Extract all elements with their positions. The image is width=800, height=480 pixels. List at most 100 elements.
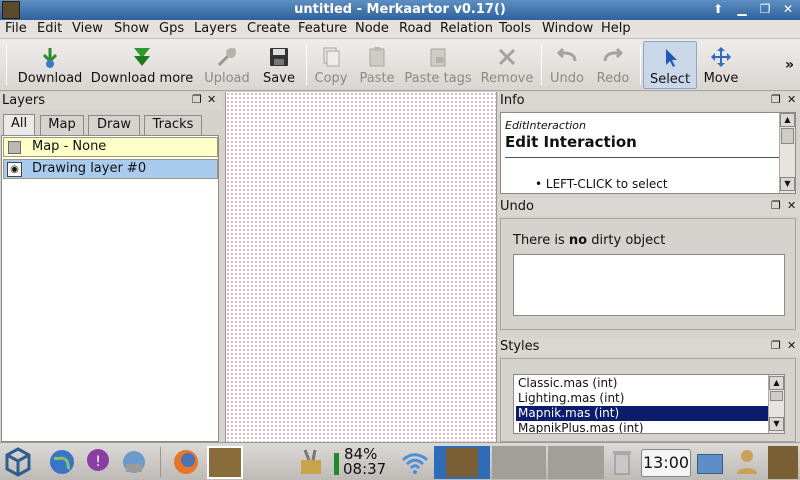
style-item[interactable]: Classic.mas (int) (516, 376, 768, 391)
window-maximize-button[interactable]: ❐ (754, 1, 776, 18)
menu-tools[interactable]: Tools (499, 21, 531, 36)
window-title: untitled - Merkaartor v0.17() (294, 2, 506, 17)
info-float-button[interactable]: ❐ (771, 93, 781, 106)
redo-button[interactable]: Redo (592, 41, 634, 89)
styles-dock: Styles ❐ ✕ Classic.mas (int) Lighting.ma… (498, 338, 800, 442)
upload-button[interactable]: Upload (200, 41, 254, 89)
styles-float-button[interactable]: ❐ (771, 339, 781, 352)
workspace-3[interactable] (548, 446, 604, 479)
battery-icon (334, 453, 339, 475)
layers-float-button[interactable]: ❐ (192, 93, 202, 106)
styles-scrollbar[interactable]: ▲ ▼ (768, 375, 784, 433)
firefox-icon[interactable] (170, 446, 202, 478)
user-switch-icon[interactable] (731, 446, 763, 478)
tab-all[interactable]: All (3, 114, 35, 136)
styles-dock-header[interactable]: Styles ❐ ✕ (498, 338, 800, 356)
info-close-button[interactable]: ✕ (787, 93, 796, 106)
toolbar-separator (640, 45, 641, 85)
layers-dock-header[interactable]: Layers ❐ ✕ (0, 92, 222, 110)
window-minimize-button[interactable]: ▁ (731, 1, 753, 18)
layers-close-button[interactable]: ✕ (207, 93, 216, 106)
menu-bar: File Edit View Show Gps Layers Create Fe… (0, 20, 800, 39)
redo-arrow-icon (603, 47, 624, 62)
styles-list: Classic.mas (int) Lighting.mas (int) Map… (513, 374, 785, 434)
title-bar: untitled - Merkaartor v0.17() ⬆ ▁ ❐ ✕ (0, 0, 800, 20)
select-tool-button[interactable]: Select (643, 41, 697, 89)
undo-float-button[interactable]: ❐ (771, 199, 781, 212)
undo-close-button[interactable]: ✕ (787, 199, 796, 212)
menu-relation[interactable]: Relation (440, 21, 493, 36)
workspace-1[interactable] (434, 446, 490, 479)
paste-button[interactable]: Paste (356, 41, 398, 89)
menu-gps[interactable]: Gps (159, 21, 184, 36)
tab-draw[interactable]: Draw (88, 115, 140, 135)
window-close-button[interactable]: ✕ (777, 1, 799, 18)
dirty-status-text: There is no dirty object (513, 233, 666, 248)
menu-road[interactable]: Road (399, 21, 432, 36)
menu-feature[interactable]: Feature (298, 21, 347, 36)
layer-item-map[interactable]: Map - None (3, 137, 218, 157)
clock[interactable]: 13:00 (641, 449, 691, 477)
scroll-up-icon[interactable]: ▲ (769, 376, 784, 390)
menu-file[interactable]: File (5, 21, 27, 36)
eye-icon[interactable]: ◉ (7, 162, 22, 177)
merkaartor-task-icon[interactable] (207, 446, 243, 479)
network-settings-icon[interactable] (118, 446, 150, 478)
window-shade-button[interactable]: ⬆ (707, 1, 729, 18)
undo-dock-header[interactable]: Undo ❐ ✕ (498, 198, 800, 216)
taskbar: ! 84% 08:37 13:00 (0, 442, 800, 480)
copy-button[interactable]: Copy (310, 41, 352, 89)
menu-help[interactable]: Help (601, 21, 631, 36)
toolbar-grip (6, 45, 7, 85)
menu-edit[interactable]: Edit (37, 21, 62, 36)
styles-close-button[interactable]: ✕ (787, 339, 796, 352)
user-avatar[interactable] (768, 446, 798, 479)
start-menu-icon[interactable] (2, 446, 34, 478)
undo-button[interactable]: Undo (546, 41, 588, 89)
menu-node[interactable]: Node (355, 21, 389, 36)
menu-view[interactable]: View (72, 21, 103, 36)
wifi-icon[interactable] (399, 446, 431, 478)
workspace-2[interactable] (492, 446, 546, 479)
info-divider (505, 157, 779, 158)
info-scrollbar[interactable]: ▲ ▼ (779, 113, 795, 193)
chat-icon[interactable]: ! (82, 446, 114, 478)
scroll-down-icon[interactable]: ▼ (780, 177, 795, 191)
toolbar-overflow-button[interactable]: » (785, 57, 794, 73)
menu-layers[interactable]: Layers (194, 21, 237, 36)
undo-list[interactable] (513, 254, 785, 316)
map-canvas[interactable] (225, 92, 497, 442)
menu-window[interactable]: Window (542, 21, 593, 36)
floppy-disk-icon (270, 48, 288, 66)
info-dock-header[interactable]: Info ❐ ✕ (498, 92, 800, 110)
paste-tags-icon (430, 48, 446, 67)
tab-tracks[interactable]: Tracks (144, 115, 202, 135)
scroll-thumb[interactable] (781, 128, 794, 144)
layer-item-drawing[interactable]: ◉ Drawing layer #0 (3, 159, 218, 179)
paste-tags-button[interactable]: Paste tags (404, 41, 472, 89)
scroll-down-icon[interactable]: ▼ (769, 417, 784, 431)
trash-icon[interactable] (606, 446, 638, 478)
move-tool-button[interactable]: Move (700, 41, 742, 89)
menu-show[interactable]: Show (114, 21, 149, 36)
show-desktop-icon[interactable] (697, 454, 723, 474)
tools-icon[interactable] (295, 446, 327, 478)
svg-text:!: ! (95, 454, 101, 470)
style-item[interactable]: Lighting.mas (int) (516, 391, 768, 406)
layer-visibility-toggle[interactable] (8, 141, 21, 154)
save-button[interactable]: Save (258, 41, 300, 89)
style-item-selected[interactable]: Mapnik.mas (int) (516, 406, 768, 421)
browser-globe-icon[interactable] (46, 446, 78, 478)
undo-dock: Undo ❐ ✕ There is no dirty object (498, 198, 800, 334)
remove-icon (498, 48, 516, 66)
download-more-button[interactable]: Download more (90, 41, 194, 89)
scroll-up-icon[interactable]: ▲ (780, 113, 795, 127)
download-icon (42, 48, 58, 68)
style-item[interactable]: MapnikPlus.mas (int) (516, 421, 768, 433)
download-button[interactable]: Download (16, 41, 84, 89)
menu-create[interactable]: Create (247, 21, 290, 36)
info-interaction-name: EditInteraction (505, 119, 586, 132)
scroll-thumb[interactable] (770, 391, 783, 401)
tab-map[interactable]: Map (40, 115, 84, 135)
remove-button[interactable]: Remove (480, 41, 534, 89)
